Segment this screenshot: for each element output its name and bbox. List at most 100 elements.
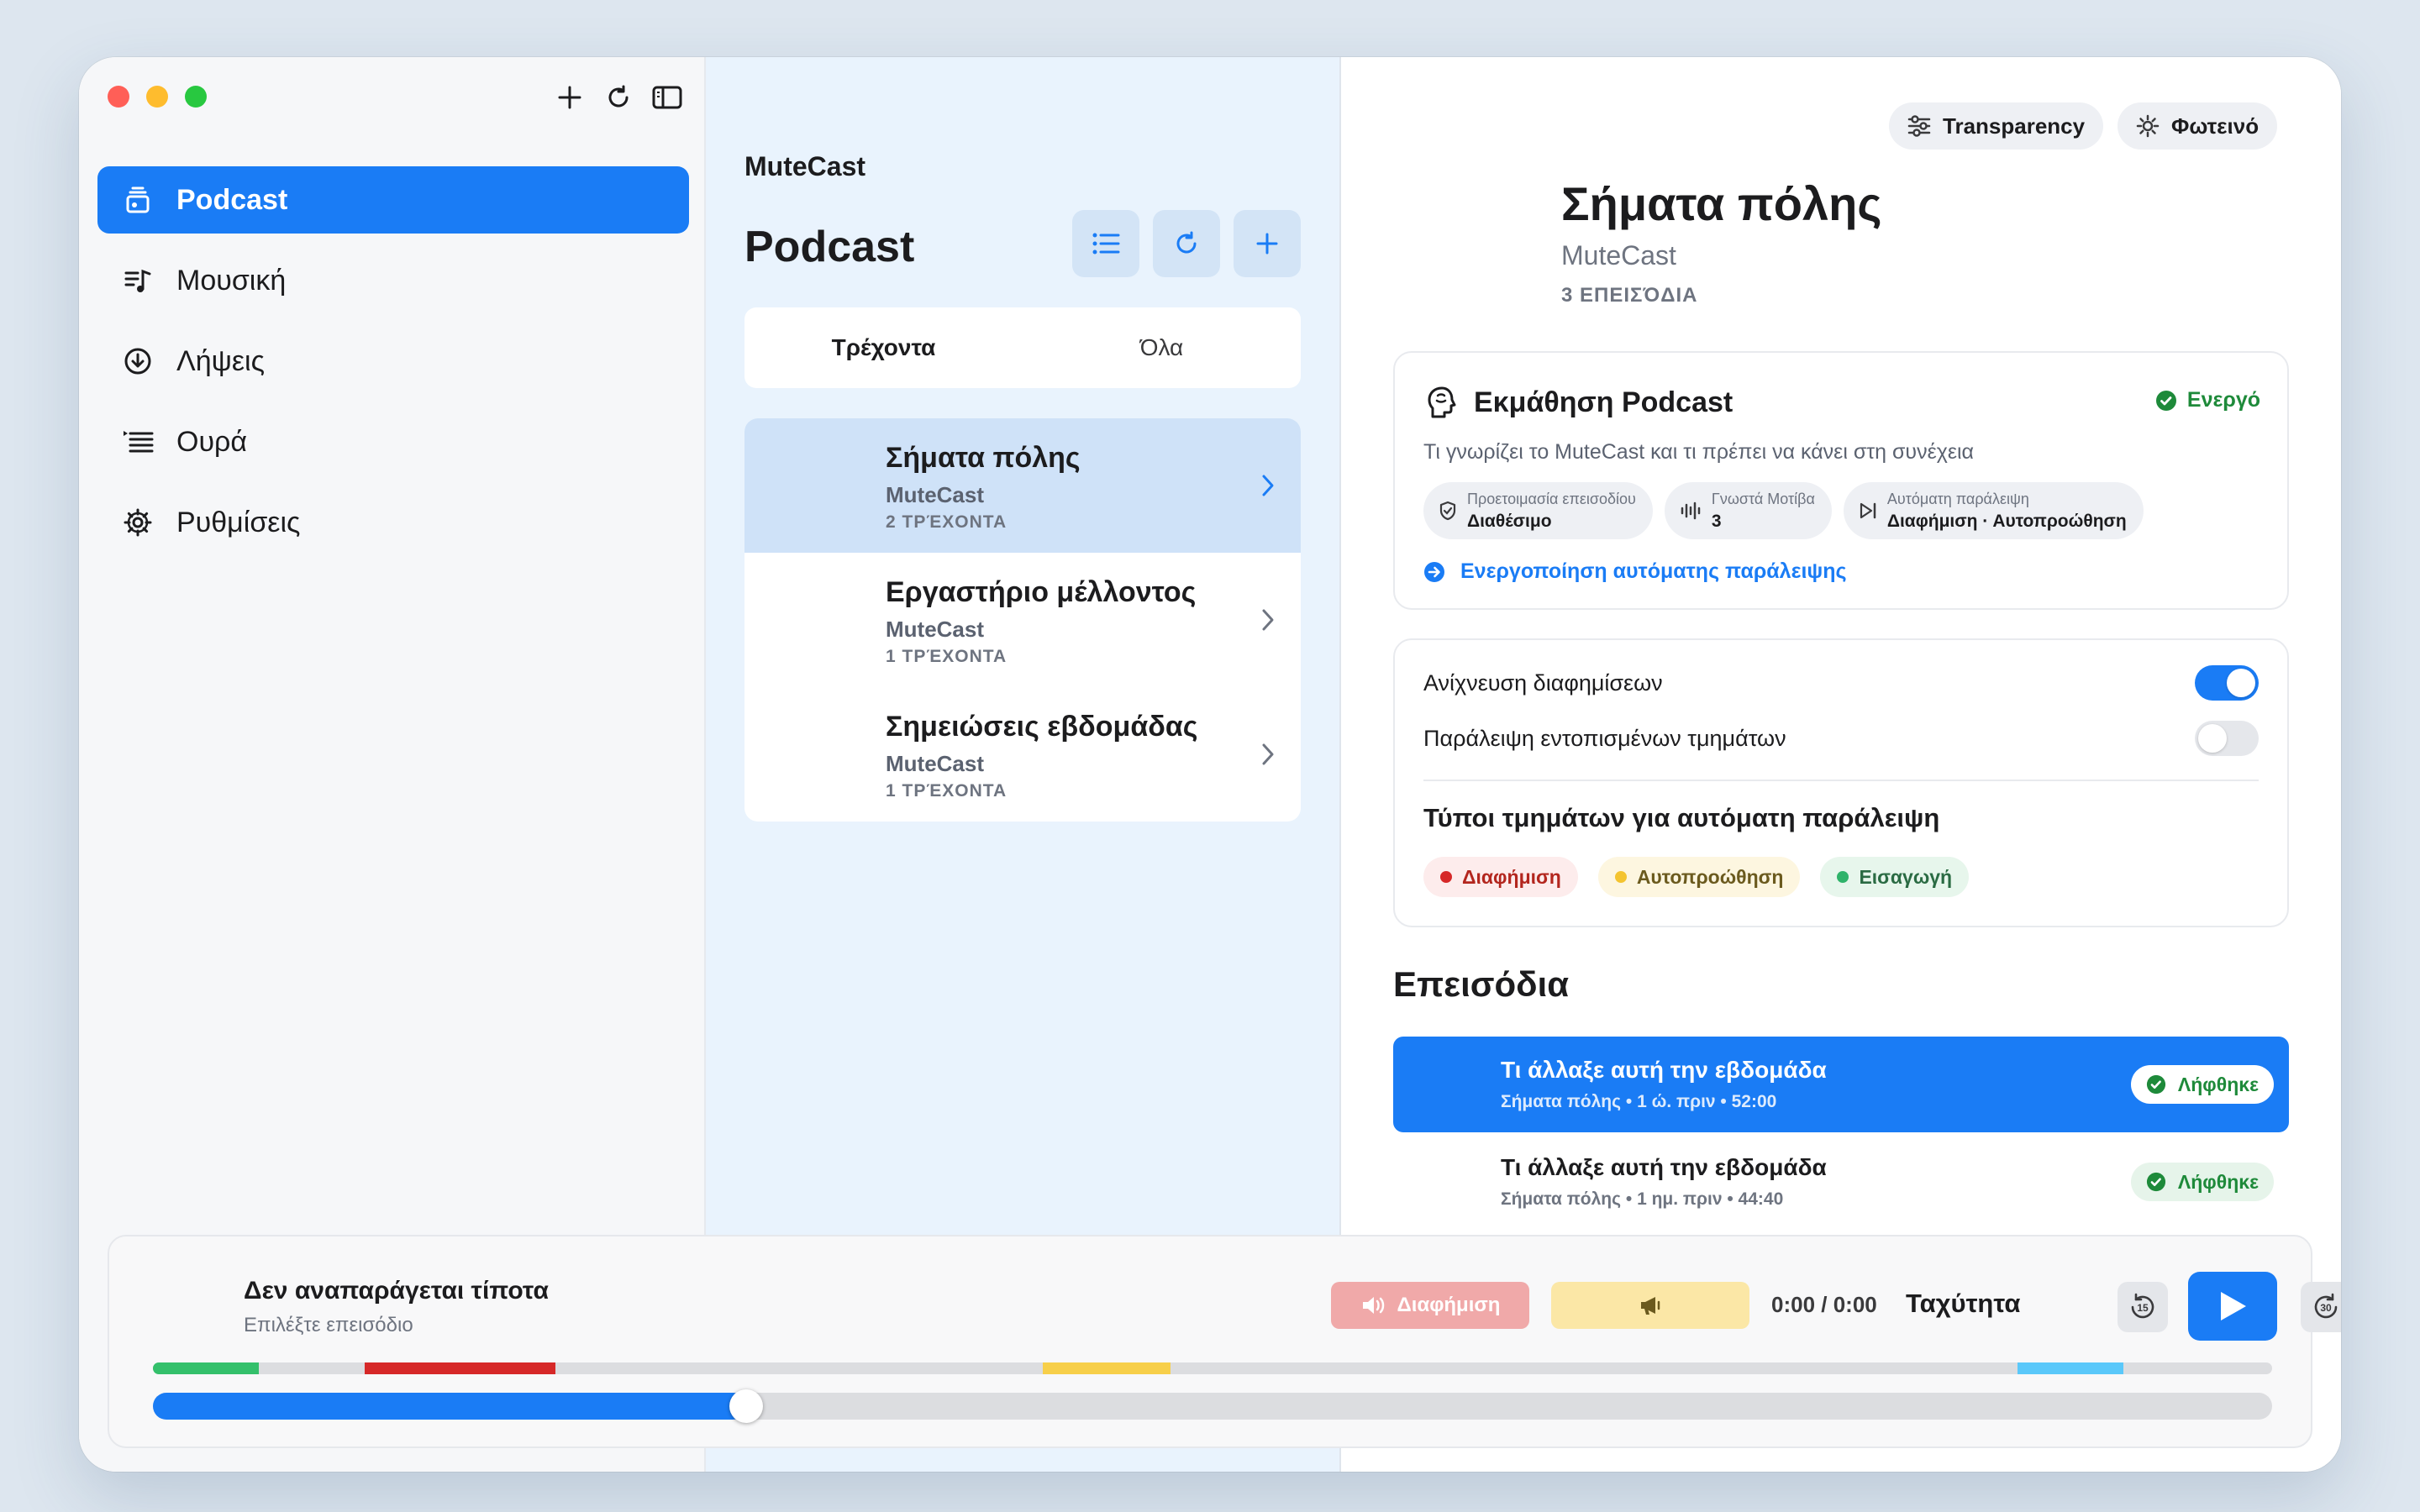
sun-icon (2136, 114, 2160, 138)
skip-forward-30-icon: 30 (2314, 1293, 2338, 1319)
sidebar-item-settings[interactable]: Ρυθμίσεις (97, 489, 689, 556)
pane-toolbar (1072, 210, 1301, 277)
episode-meta: Σήματα πόλης • 1 ώ. πριν • 52:00 (1501, 1092, 1777, 1111)
downloaded-badge: Λήφθηκε (2130, 1163, 2274, 1201)
transparency-button[interactable]: Transparency (1889, 102, 2104, 150)
theme-label: Φωτεινό (2171, 113, 2260, 139)
episode-count: 3 ΕΠΕΙΣΌΔΙΑ (1561, 284, 1698, 307)
check-circle-icon (2155, 390, 2176, 411)
detect-ads-toggle[interactable] (2195, 665, 2259, 701)
tag-self-promo[interactable]: Αυτοπροώθηση (1597, 857, 1801, 897)
status-badge: Ενεργό (2155, 388, 2260, 412)
sidebar-item-downloads[interactable]: Λήψεις (97, 328, 689, 395)
add-podcast-button[interactable] (1234, 210, 1301, 277)
sidebar-item-label: Λήψεις (176, 344, 265, 377)
tag-ad[interactable]: Διαφήμιση (1423, 857, 1578, 897)
sidebar-toolbar (555, 82, 682, 113)
chip-auto-skip: Αυτόματη παράλειψη Διαφήμιση · Αυτοπροώθη… (1843, 482, 2144, 539)
sidebar-toggle-icon[interactable] (652, 82, 682, 113)
sidebar-item-label: Ρυθμίσεις (176, 506, 301, 538)
now-playing-title: Δεν αναπαράγεται τίποτα (244, 1277, 549, 1305)
podcast-author: MuteCast (886, 482, 985, 507)
tag-label: Αυτοπροώθηση (1636, 865, 1784, 888)
learning-description: Τι γνωρίζει το MuteCast και τι πρέπει να… (1423, 440, 1975, 464)
music-list-icon (121, 264, 155, 297)
chip-label: Αυτόματη παράλειψη (1886, 490, 2029, 507)
skip-detected-toggle[interactable] (2195, 721, 2259, 756)
timeline-segment (365, 1362, 556, 1374)
list-item[interactable]: Σήματα πόλης MuteCast 2 ΤΡΈΧΟΝΤΑ (744, 418, 1301, 553)
segment-timeline (153, 1362, 2272, 1374)
theme-button[interactable]: Φωτεινό (2118, 102, 2278, 150)
skip-detected-label: Παράλειψη εντοπισμένων τμημάτων (1423, 725, 1786, 751)
sidebar-item-label: Podcast (176, 183, 288, 216)
tag-intro[interactable]: Εισαγωγή (1820, 857, 1970, 897)
badge-label: Λήφθηκε (2177, 1073, 2259, 1095)
sidebar-item-podcast[interactable]: Podcast (97, 166, 689, 234)
mute-segment-button[interactable] (1551, 1282, 1749, 1329)
progress-slider[interactable] (153, 1389, 2272, 1423)
speaker-icon (1362, 1297, 1384, 1314)
sliders-icon (1907, 115, 1931, 137)
segment-types-title: Τύποι τμημάτων για αυτόματη παράλειψη (1423, 803, 1940, 832)
skip-ad-label: Διαφήμιση (1397, 1294, 1501, 1316)
dot-icon (1614, 871, 1627, 883)
add-icon[interactable] (555, 82, 585, 113)
podcast-stack-icon (121, 183, 155, 217)
detect-ads-row: Ανίχνευση διαφημίσεων (1423, 665, 2259, 701)
chip-known-patterns: Γνωστά Μοτίβα 3 (1664, 482, 1832, 539)
brain-head-icon (1428, 386, 1456, 418)
close-window-button[interactable] (108, 86, 129, 108)
sidebar-item-label: Μουσική (176, 264, 287, 297)
segment-all[interactable]: Όλα (1023, 334, 1301, 361)
podcast-author: MuteCast (1561, 240, 1676, 270)
enable-auto-skip-link[interactable]: Ενεργοποίηση αυτόματης παράλειψης (1423, 559, 1847, 584)
progress-handle[interactable] (729, 1389, 764, 1423)
podcast-author: MuteCast (886, 617, 985, 642)
skip-back-15-icon: 15 (2131, 1293, 2154, 1319)
transparency-label: Transparency (1943, 113, 2086, 139)
progress-fill (153, 1393, 747, 1420)
skip-back-button[interactable]: 15 (2118, 1282, 2168, 1332)
megaphone-icon (1641, 1297, 1660, 1315)
refresh-icon[interactable] (603, 82, 634, 113)
chevron-right-icon (1255, 605, 1281, 635)
minimize-window-button[interactable] (146, 86, 168, 108)
gear-icon (121, 506, 155, 539)
speed-button[interactable]: Ταχύτητα (1906, 1289, 2020, 1319)
skip-ad-button[interactable]: Διαφήμιση (1331, 1282, 1529, 1329)
sidebar-item-queue[interactable]: Ουρά (97, 408, 689, 475)
episode-title: Τι άλλαξε αυτή την εβδομάδα (1501, 1154, 1827, 1180)
check-circle-icon (2146, 1172, 2165, 1192)
play-icon (2221, 1292, 2246, 1320)
sidebar-item-music[interactable]: Μουσική (97, 247, 689, 314)
sidebar-item-label: Ουρά (176, 425, 248, 458)
play-button[interactable] (2188, 1272, 2277, 1341)
arrow-circle-right-icon (1424, 561, 1444, 582)
pane-title: Podcast (744, 223, 915, 271)
zoom-window-button[interactable] (185, 86, 207, 108)
list-item[interactable]: Εργαστήριο μέλλοντος MuteCast 1 ΤΡΈΧΟΝΤΑ (744, 553, 1301, 687)
segment-current[interactable]: Τρέχοντα (744, 334, 1023, 361)
refresh-button[interactable] (1153, 210, 1220, 277)
chip-value: Διαθέσιμο (1467, 511, 1552, 531)
chip-value: 3 (1711, 511, 1722, 531)
now-playing-subtitle: Επιλέξτε επεισόδιο (244, 1314, 413, 1336)
podcast-title: Εργαστήριο μέλλοντος (886, 576, 1197, 608)
window-controls (108, 86, 207, 108)
episode-meta: Σήματα πόλης • 1 ημ. πριν • 44:40 (1501, 1189, 1784, 1209)
skip-forward-button[interactable]: 30 (2301, 1282, 2341, 1332)
downloaded-badge: Λήφθηκε (2130, 1065, 2274, 1104)
episode-row[interactable]: Τι άλλαξε αυτή την εβδομάδα Σήματα πόλης… (1393, 1134, 2289, 1230)
skip-back-value: 15 (2137, 1302, 2149, 1314)
refresh-icon (1176, 231, 1197, 254)
timeline-segment (2018, 1362, 2124, 1374)
chip-value: Διαφήμιση · Αυτοπροώθηση (1886, 511, 2127, 531)
list-icon (1092, 233, 1120, 255)
chip-label: Προετοιμασία επεισοδίου (1467, 490, 1636, 507)
learning-title: Εκμάθηση Podcast (1474, 386, 1733, 418)
episode-row[interactable]: Τι άλλαξε αυτή την εβδομάδα Σήματα πόλης… (1393, 1037, 2289, 1132)
app-window: Podcast Μουσική Λήψεις Ουρά Ρυθμίσεις Mu… (79, 57, 2341, 1472)
list-view-button[interactable] (1072, 210, 1139, 277)
list-item[interactable]: Σημειώσεις εβδομάδας MuteCast 1 ΤΡΈΧΟΝΤΑ (744, 687, 1301, 822)
